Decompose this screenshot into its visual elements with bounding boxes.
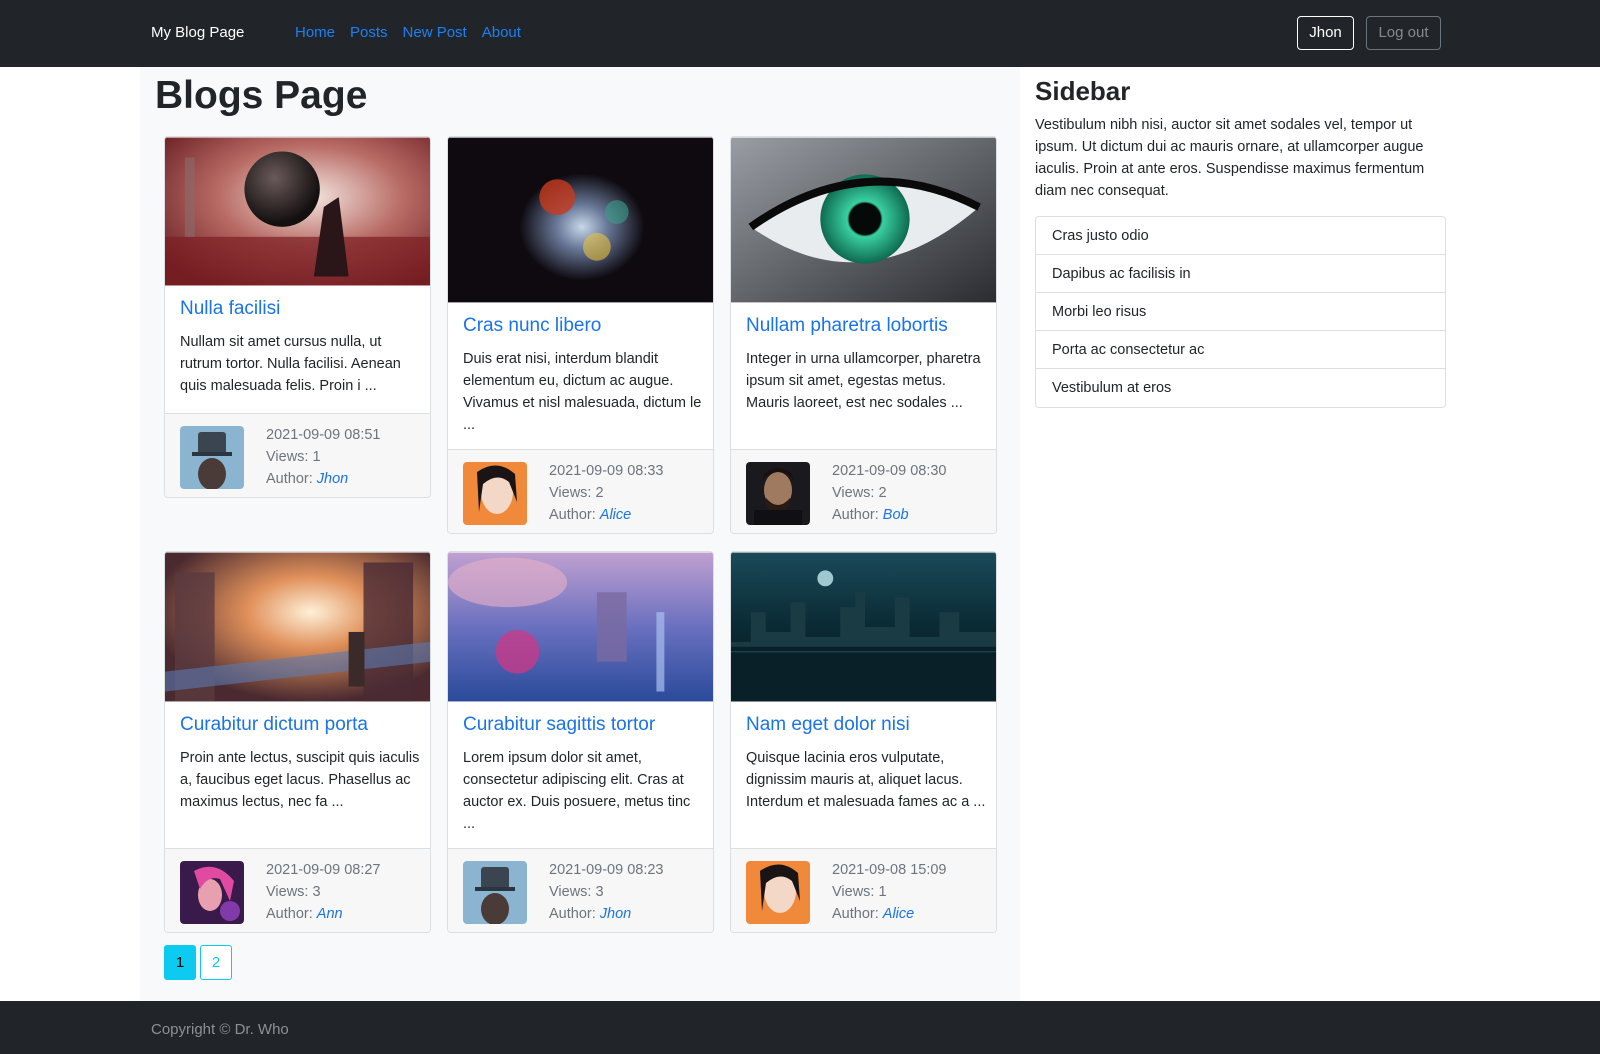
post-author: Author: Jhon: [549, 906, 632, 922]
post-card: Nulla facilisi Nullam sit amet cursus nu…: [164, 136, 431, 498]
post-title[interactable]: Curabitur sagittis tortor: [463, 714, 655, 736]
post-title[interactable]: Cras nunc libero: [463, 315, 601, 337]
post-card: Nam eget dolor nisi Quisque lacinia eros…: [730, 551, 997, 933]
post-footer: 2021-09-09 08:27 Views: 3 Author: Ann: [165, 848, 430, 932]
nav-link-about[interactable]: About: [482, 24, 521, 41]
author-link[interactable]: Alice: [600, 507, 631, 523]
post-excerpt: Quisque lacinia eros vulputate, dignissi…: [746, 750, 986, 810]
post-footer: 2021-09-09 08:51 Views: 1 Author: Jhon: [165, 413, 430, 497]
post-views: Views: 3: [549, 884, 604, 900]
post-excerpt: Lorem ipsum dolor sit amet, consectetur …: [463, 750, 691, 832]
sidebar-list: Cras justo odio Dapibus ac facilisis in …: [1035, 216, 1446, 408]
author-avatar: [180, 426, 244, 489]
author-avatar: [463, 861, 527, 924]
logout-button[interactable]: Log out: [1366, 16, 1441, 50]
pagination-page-1[interactable]: 1: [164, 945, 196, 980]
post-date: 2021-09-09 08:33: [549, 463, 664, 479]
pagination-page-2[interactable]: 2: [200, 945, 232, 980]
sidebar-text: Vestibulum nibh nisi, auctor sit amet so…: [1035, 117, 1425, 199]
post-meta: 2021-09-09 08:30 Views: 2 Author: Bob: [832, 460, 947, 526]
post-date: 2021-09-08 15:09: [832, 862, 947, 878]
post-title[interactable]: Nulla facilisi: [180, 298, 280, 320]
post-image[interactable]: [448, 137, 713, 303]
author-avatar: [746, 861, 810, 924]
post-date: 2021-09-09 08:23: [549, 862, 664, 878]
post-meta: 2021-09-08 15:09 Views: 1 Author: Alice: [832, 859, 947, 925]
nav-link-posts[interactable]: Posts: [350, 24, 388, 41]
post-image[interactable]: [165, 552, 430, 702]
sidebar-list-item: Porta ac consectetur ac: [1036, 331, 1445, 369]
post-views: Views: 1: [832, 884, 887, 900]
post-excerpt: Proin ante lectus, suscipit quis iaculis…: [180, 750, 420, 810]
post-author: Author: Bob: [832, 507, 909, 523]
post-date: 2021-09-09 08:51: [266, 427, 381, 443]
post-date: 2021-09-09 08:27: [266, 862, 381, 878]
post-views: Views: 3: [266, 884, 321, 900]
post-image[interactable]: [165, 137, 430, 286]
post-views: Views: 2: [549, 485, 604, 501]
post-title[interactable]: Nam eget dolor nisi: [746, 714, 910, 736]
post-card: Cras nunc libero Duis erat nisi, interdu…: [447, 136, 714, 534]
post-footer: 2021-09-09 08:33 Views: 2 Author: Alice: [448, 449, 713, 533]
post-image[interactable]: [731, 552, 996, 702]
post-card: Curabitur sagittis tortor Lorem ipsum do…: [447, 551, 714, 933]
brand-link[interactable]: My Blog Page: [151, 24, 244, 41]
author-link[interactable]: Alice: [883, 906, 914, 922]
post-footer: 2021-09-09 08:23 Views: 3 Author: Jhon: [448, 848, 713, 932]
page-title: Blogs Page: [155, 74, 368, 117]
navbar: My Blog Page Home Posts New Post About J…: [0, 0, 1600, 67]
post-title[interactable]: Curabitur dictum porta: [180, 714, 368, 736]
post-meta: 2021-09-09 08:23 Views: 3 Author: Jhon: [549, 859, 664, 925]
post-image[interactable]: [448, 552, 713, 702]
post-meta: 2021-09-09 08:51 Views: 1 Author: Jhon: [266, 424, 381, 490]
sidebar-title: Sidebar: [1035, 76, 1131, 106]
post-author: Author: Alice: [832, 906, 915, 922]
author-avatar: [746, 462, 810, 525]
copyright-text: Copyright © Dr. Who: [151, 1021, 289, 1038]
sidebar-list-item: Dapibus ac facilisis in: [1036, 255, 1445, 293]
footer: Copyright © Dr. Who: [0, 1001, 1600, 1054]
post-excerpt: Nullam sit amet cursus nulla, ut rutrum …: [180, 334, 401, 394]
post-title[interactable]: Nullam pharetra lobortis: [746, 315, 948, 337]
post-views: Views: 1: [266, 449, 321, 465]
author-link[interactable]: Bob: [883, 507, 909, 523]
post-excerpt: Integer in urna ullamcorper, pharetra ip…: [746, 351, 981, 411]
user-button[interactable]: Jhon: [1297, 16, 1354, 50]
sidebar-list-item: Cras justo odio: [1036, 217, 1445, 255]
post-card: Curabitur dictum porta Proin ante lectus…: [164, 551, 431, 933]
nav-link-home[interactable]: Home: [295, 24, 335, 41]
post-footer: 2021-09-09 08:30 Views: 2 Author: Bob: [731, 449, 996, 533]
post-author: Author: Alice: [549, 507, 632, 523]
nav-link-new-post[interactable]: New Post: [403, 24, 467, 41]
post-author: Author: Jhon: [266, 471, 349, 487]
nav-links: Home Posts New Post About: [295, 24, 536, 41]
post-image[interactable]: [731, 137, 996, 303]
sidebar-list-item: Morbi leo risus: [1036, 293, 1445, 331]
post-excerpt: Duis erat nisi, interdum blandit element…: [463, 351, 702, 433]
author-link[interactable]: Ann: [317, 906, 343, 922]
author-link[interactable]: Jhon: [317, 471, 348, 487]
post-views: Views: 2: [832, 485, 887, 501]
post-meta: 2021-09-09 08:27 Views: 3 Author: Ann: [266, 859, 381, 925]
post-date: 2021-09-09 08:30: [832, 463, 947, 479]
author-avatar: [180, 861, 244, 924]
post-author: Author: Ann: [266, 906, 343, 922]
author-link[interactable]: Jhon: [600, 906, 631, 922]
post-footer: 2021-09-08 15:09 Views: 1 Author: Alice: [731, 848, 996, 932]
author-avatar: [463, 462, 527, 525]
post-card: Nullam pharetra lobortis Integer in urna…: [730, 136, 997, 534]
post-meta: 2021-09-09 08:33 Views: 2 Author: Alice: [549, 460, 664, 526]
sidebar-list-item: Vestibulum at eros: [1052, 380, 1172, 396]
